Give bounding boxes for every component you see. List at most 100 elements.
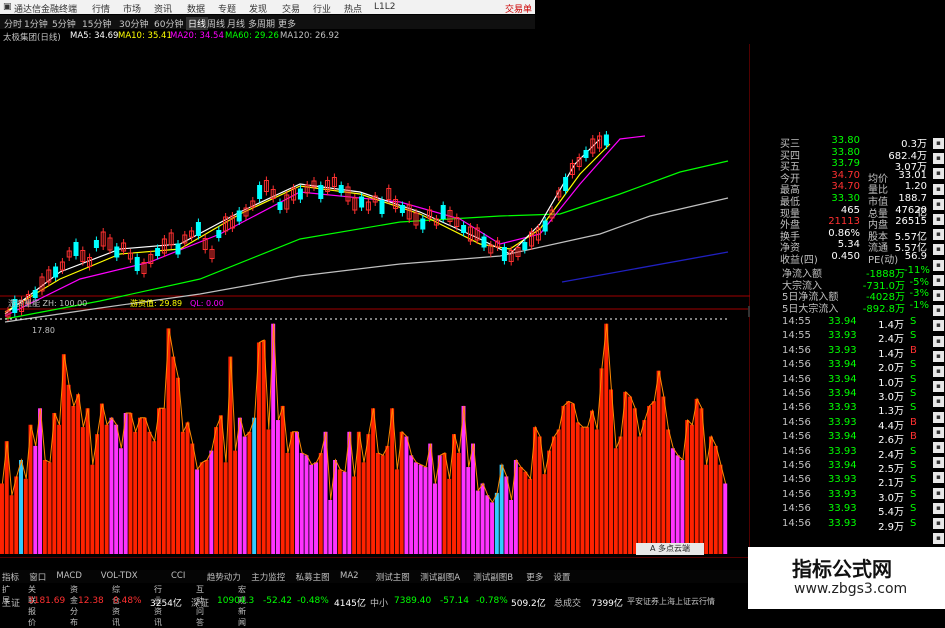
- toolbar-tool-icon[interactable]: ▪: [933, 442, 944, 453]
- menu-item[interactable]: 市场: [123, 2, 141, 15]
- toolbar-tool-icon[interactable]: ▪: [933, 366, 944, 377]
- menu-item[interactable]: L1L2: [374, 2, 395, 12]
- sub-tab[interactable]: 关联报价: [28, 584, 36, 628]
- toolbar-tool-icon[interactable]: ▪: [933, 183, 944, 195]
- indicator-bar: [142, 417, 147, 554]
- zx-label[interactable]: 中小: [370, 596, 388, 609]
- tf-item-active[interactable]: 日线: [186, 17, 209, 30]
- toolbar-tool-icon[interactable]: ▪: [933, 472, 944, 484]
- sh-label[interactable]: 上证: [2, 596, 20, 609]
- candle: [155, 248, 161, 256]
- toolbar-tool-icon[interactable]: ▪: [933, 502, 944, 514]
- indicator-tab[interactable]: VOL-TDX: [101, 571, 138, 581]
- indicator-tab[interactable]: 主力监控: [251, 571, 285, 583]
- tf-item[interactable]: 30分钟: [119, 17, 148, 30]
- tf-item[interactable]: 更多: [278, 17, 296, 30]
- flow-pct: -11%: [904, 265, 930, 276]
- toolbar-tool-icon[interactable]: ▪: [933, 198, 944, 210]
- toolbar-tool-icon[interactable]: ▪: [933, 168, 944, 180]
- toolbar-tool-icon[interactable]: ▪: [933, 411, 944, 423]
- toolbar-tool-icon[interactable]: ▪: [933, 214, 944, 225]
- toolbar-tool-icon[interactable]: ▪: [933, 518, 944, 529]
- menu-item[interactable]: 发现: [249, 2, 267, 15]
- tick-volume: 3.0万: [878, 492, 904, 504]
- indicator-bar: [128, 413, 133, 554]
- indicator-tab[interactable]: 更多: [526, 571, 543, 583]
- trade-menu[interactable]: 交易单: [505, 2, 532, 15]
- tf-item[interactable]: 1分钟: [24, 17, 48, 30]
- toolbar-tool-icon[interactable]: ▪: [933, 138, 944, 149]
- tick-volume: 2.0万: [878, 363, 904, 375]
- quote-value: 33.80: [831, 135, 860, 146]
- kline-chart[interactable]: 100.090.0080.0070.0060.0050.0040.0030.00…: [0, 44, 750, 558]
- tf-item[interactable]: 5分钟: [52, 17, 76, 30]
- toolbar-tool-icon[interactable]: ▪: [933, 229, 944, 241]
- toolbar-tool-icon[interactable]: ▪: [933, 396, 944, 408]
- menu-item[interactable]: 交易: [282, 2, 300, 15]
- indicator-bar: [442, 452, 447, 554]
- indicator-bar: [66, 384, 71, 554]
- indicator-tab[interactable]: 测试副图B: [473, 571, 513, 583]
- indicator-tab[interactable]: MACD: [56, 571, 81, 581]
- menu-item[interactable]: 行情: [92, 2, 110, 15]
- indicator-tab[interactable]: CCI: [171, 571, 185, 581]
- toolbar-tool-icon[interactable]: ▪: [933, 381, 944, 393]
- ma20-label: MA20: 34.54: [170, 31, 224, 41]
- toolbar-tool-icon[interactable]: ▪: [933, 259, 944, 271]
- toolbar-tool-icon[interactable]: ▪: [933, 290, 944, 301]
- indicator-tab[interactable]: 趋势动力: [207, 571, 241, 583]
- tf-item[interactable]: 分时: [4, 17, 22, 30]
- sub-tab[interactable]: 宏观新闻: [238, 584, 246, 628]
- indicator-tab[interactable]: 测试副图A: [420, 571, 460, 583]
- tick-volume: 1.4万: [878, 320, 904, 331]
- toolbar-tool-icon[interactable]: ▪: [933, 305, 944, 317]
- indicator-bar: [432, 483, 437, 554]
- flow-pct: -5%: [909, 276, 929, 288]
- tick-side: S: [910, 503, 917, 515]
- toolbar-tool-icon[interactable]: ▪: [933, 533, 944, 545]
- menu-item[interactable]: 行业: [313, 2, 331, 15]
- toolbar-tool-icon[interactable]: ▪: [933, 335, 944, 347]
- toolbar-tool-icon[interactable]: ▪: [933, 320, 944, 332]
- tf-item[interactable]: 多周期: [248, 17, 275, 30]
- indicator-bar: [580, 427, 585, 554]
- tf-item[interactable]: 60分钟: [154, 17, 183, 30]
- multi-cloud-button[interactable]: A 多点云端: [636, 543, 704, 555]
- tick-volume: 1.4万: [878, 348, 904, 360]
- menu-item[interactable]: 资讯: [154, 2, 172, 15]
- tf-item[interactable]: 周线: [207, 17, 225, 30]
- toolbar-tool-icon[interactable]: ▪: [933, 487, 944, 499]
- toolbar-tool-icon[interactable]: ▪: [933, 274, 944, 286]
- toolbar-tool-icon[interactable]: ▪: [933, 153, 944, 165]
- indicator-bar: [71, 405, 76, 554]
- indicator-tab[interactable]: 设置: [553, 571, 570, 583]
- sub-tab[interactable]: 综合资讯: [112, 584, 120, 628]
- tick-volume: 4.4万: [878, 420, 904, 432]
- tick-price: 33.93: [828, 344, 857, 356]
- indicator-bar: [556, 429, 561, 554]
- indicator-tab[interactable]: 私募主图: [296, 571, 330, 583]
- tick-side: S: [910, 517, 917, 529]
- indicator-tab[interactable]: 窗口: [29, 571, 46, 583]
- menu-item[interactable]: 数据: [187, 2, 205, 15]
- toolbar-tool-icon[interactable]: ▪: [933, 426, 944, 438]
- flow-pct: -3%: [909, 288, 929, 300]
- sz-label[interactable]: 深证: [191, 596, 209, 609]
- tf-item[interactable]: 15分钟: [82, 17, 111, 30]
- indicator-bar: [247, 431, 252, 554]
- menu-item[interactable]: 热点: [344, 2, 362, 15]
- indicator-tab[interactable]: 指标: [2, 571, 19, 583]
- ma60-line: [4, 160, 729, 320]
- indicator-bar: [713, 445, 718, 554]
- toolbar-tool-icon[interactable]: ▪: [933, 457, 944, 469]
- toolbar-tool-icon[interactable]: ▪: [933, 244, 944, 256]
- indicator-tab[interactable]: 测试主图: [376, 571, 410, 583]
- indicator-bar: [613, 448, 618, 554]
- tf-item[interactable]: 月线: [227, 17, 245, 30]
- tick-time: 14:56: [782, 474, 811, 486]
- menu-item[interactable]: 专题: [218, 2, 236, 15]
- sub-tab[interactable]: 资金分布: [70, 584, 78, 628]
- indicator-tab[interactable]: MA2: [340, 571, 359, 581]
- toolbar-tool-icon[interactable]: ▪: [933, 350, 944, 362]
- quote-value2: 26515: [895, 216, 927, 228]
